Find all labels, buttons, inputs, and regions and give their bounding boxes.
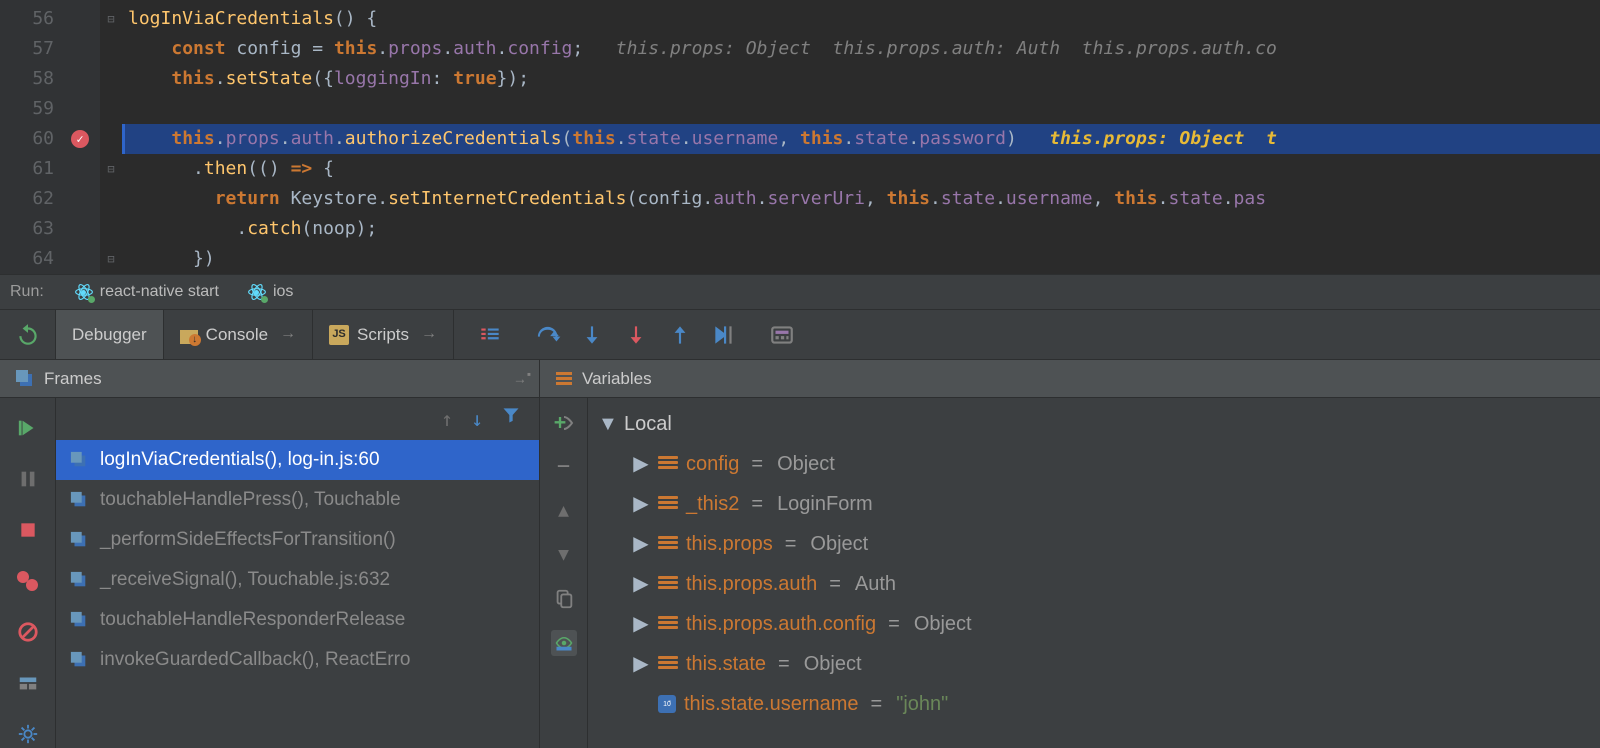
code-area[interactable]: logInViaCredentials() { const config = t… [122, 0, 1600, 274]
line-number-gutter: 565758596061626364 [0, 0, 60, 274]
new-watch-button[interactable]: + [551, 410, 577, 436]
frames-toolbar: ↑ ↓ [56, 398, 539, 440]
mute-breakpoints-button[interactable] [14, 619, 42, 646]
frames-list[interactable]: logInViaCredentials(), log-in.js:60touch… [56, 440, 539, 748]
run-label: Run: [10, 281, 44, 303]
variable-row[interactable]: this.state.username = "john" [632, 684, 1600, 724]
variables-icon [556, 372, 572, 385]
run-to-cursor-button[interactable] [702, 315, 746, 355]
step-out-button[interactable] [658, 315, 702, 355]
debugger-tab[interactable]: Debugger [56, 310, 164, 359]
debug-panels-header: Frames →▪ Variables [0, 360, 1600, 398]
view-breakpoints-button[interactable] [14, 567, 42, 594]
fold-gutter[interactable]: ⊟⊟⊟ [100, 0, 122, 274]
run-tab-react-native-start[interactable]: react-native start [60, 275, 233, 309]
breakpoint-gutter[interactable]: ✓ [60, 0, 100, 274]
frame-row[interactable]: _performSideEffectsForTransition() [56, 520, 539, 560]
variables-title: Variables [582, 367, 652, 391]
settings-button[interactable] [14, 721, 42, 748]
show-watches-button[interactable] [551, 630, 577, 656]
step-into-button[interactable] [570, 315, 614, 355]
frame-row[interactable]: touchableHandleResponderRelease [56, 600, 539, 640]
variable-row[interactable]: ▶this.props.auth.config = Object [632, 604, 1600, 644]
rerun-button[interactable] [0, 310, 56, 359]
scripts-tab[interactable]: JS Scripts → [313, 310, 454, 359]
run-tab-label: ios [273, 281, 293, 303]
tab-label: Console [206, 323, 268, 347]
watch-up-button[interactable]: ▲ [551, 498, 577, 524]
run-tab-ios[interactable]: ios [233, 275, 307, 309]
console-icon: ↓ [180, 326, 198, 344]
show-execution-point-button[interactable] [468, 315, 512, 355]
frame-prev-button[interactable]: ↑ [441, 405, 453, 433]
console-tab[interactable]: ↓ Console → [164, 310, 313, 359]
step-over-button[interactable] [526, 315, 570, 355]
variables-panel[interactable]: ▼ Local ▶config = Object▶_this2 = LoginF… [588, 398, 1600, 748]
resume-button[interactable] [14, 414, 42, 441]
scope-label: Local [624, 410, 672, 438]
remove-watch-button[interactable]: − [551, 454, 577, 480]
js-icon: JS [329, 325, 349, 345]
pause-button[interactable] [14, 465, 42, 492]
layout-settings-button[interactable] [14, 670, 42, 697]
variable-row[interactable]: ▶config = Object [632, 444, 1600, 484]
frames-panel: ↑ ↓ logInViaCredentials(), log-in.js:60t… [56, 398, 540, 748]
frame-row[interactable]: logInViaCredentials(), log-in.js:60 [56, 440, 539, 480]
tab-label: Scripts [357, 323, 409, 347]
tab-label: Debugger [72, 323, 147, 347]
copy-watch-button[interactable] [551, 586, 577, 612]
debugger-toolbar: Debugger ↓ Console → JS Scripts → [0, 310, 1600, 360]
frame-next-button[interactable]: ↓ [471, 405, 483, 433]
frames-title: Frames [44, 367, 102, 391]
run-config-bar: Run: react-native start ios [0, 274, 1600, 310]
pin-icon[interactable]: →▪ [513, 367, 531, 389]
variables-toolbar: + − ▲ ▼ [540, 398, 588, 748]
variable-row[interactable]: ▶_this2 = LoginForm [632, 484, 1600, 524]
variable-row[interactable]: ▶this.state = Object [632, 644, 1600, 684]
pin-icon: → [280, 323, 296, 345]
react-icon [74, 282, 94, 302]
variables-scope[interactable]: ▼ Local [598, 404, 1600, 444]
stop-button[interactable] [14, 516, 42, 543]
react-icon [247, 282, 267, 302]
frame-row[interactable]: _receiveSignal(), Touchable.js:632 [56, 560, 539, 600]
debug-session-controls [0, 398, 56, 748]
variable-row[interactable]: ▶this.props = Object [632, 524, 1600, 564]
frame-row[interactable]: touchableHandlePress(), Touchable [56, 480, 539, 520]
frame-row[interactable]: invokeGuardedCallback(), ReactErro [56, 640, 539, 680]
frame-filter-button[interactable] [501, 405, 521, 432]
watch-down-button[interactable]: ▼ [551, 542, 577, 568]
frames-icon [16, 370, 34, 388]
force-step-into-button[interactable] [614, 315, 658, 355]
run-tab-label: react-native start [100, 281, 219, 303]
svg-text:+: + [554, 411, 566, 434]
code-editor[interactable]: 565758596061626364 ✓ ⊟⊟⊟ logInViaCredent… [0, 0, 1600, 274]
evaluate-expression-button[interactable] [760, 315, 804, 355]
pin-icon: → [421, 323, 437, 345]
expand-icon[interactable]: ▼ [598, 410, 616, 438]
variable-row[interactable]: ▶this.props.auth = Auth [632, 564, 1600, 604]
